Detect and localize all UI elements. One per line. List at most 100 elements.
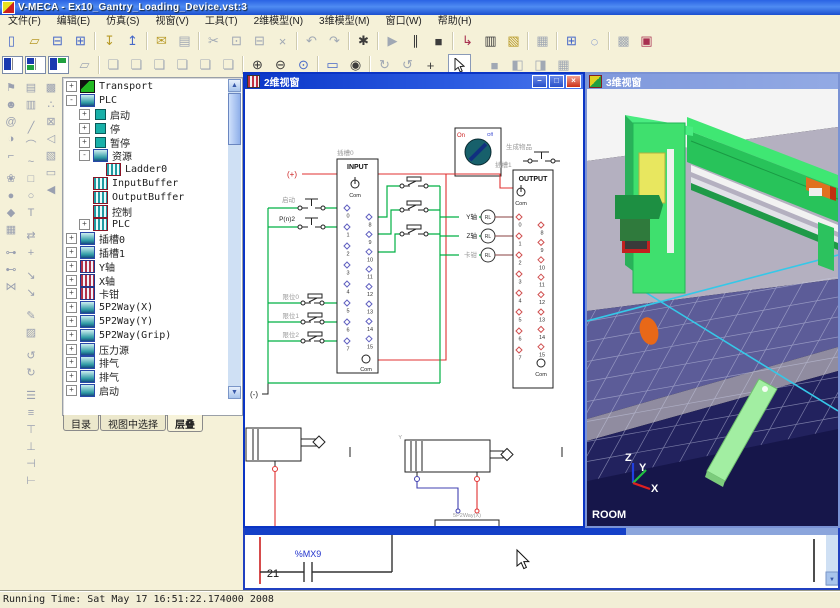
side-tool-colB-4[interactable]: ⌒ [22,136,40,153]
side-tool-colB-6[interactable]: □ [22,170,40,187]
side-tool-colA-4[interactable]: ⌐ [2,147,20,164]
scroll-down-icon[interactable]: ▼ [228,386,241,399]
open-layout-button[interactable]: ▱ [73,54,96,76]
side-tool-colB-5[interactable]: ~ [22,153,40,170]
tree-item-X轴[interactable]: +X轴 [64,273,228,287]
side-tool-colB-17[interactable]: ▨ [22,324,40,341]
side-tool-colB-3[interactable]: ╱ [22,119,40,136]
tree-scrollbar[interactable]: ▲ ▼ [228,79,241,399]
redo-button[interactable]: ↷ [323,30,346,52]
layout-preset-1-button[interactable] [2,56,23,74]
print-button[interactable]: ▤ [173,30,196,52]
tree-item-控制[interactable]: +控制 [64,204,228,218]
menu-item-6[interactable]: 3维模型(M) [311,15,378,29]
menu-item-8[interactable]: 帮助(H) [430,15,480,29]
side-tool-colA-0[interactable]: ⚑ [2,79,20,96]
tree-item-插槽0[interactable]: +插槽0 [64,232,228,246]
side-tool-colB-1[interactable]: ▥ [22,96,40,113]
scroll-down-icon[interactable]: ▼ [829,577,835,583]
side-tool-colB-24[interactable]: ⊤ [22,421,40,438]
2d-canvas[interactable]: On Off 生成物品 (+) (-) 启动 P(n)2 [245,89,583,526]
3d-canvas[interactable]: Z Y X ROOM [587,89,838,526]
tree-tab-目录[interactable]: 目录 [63,415,99,431]
cylinder-left[interactable] [246,428,325,472]
tree-item-Transport[interactable]: +Transport [64,80,228,94]
tree-item-排气[interactable]: +排气 [64,356,228,370]
tree-item-插槽1[interactable]: +插槽1 [64,246,228,260]
input-block[interactable]: 插槽0 INPUT Com 0123456789101112131415 Com [337,148,378,373]
menu-item-2[interactable]: 仿真(S) [98,15,147,29]
generate-push-button[interactable] [523,152,560,163]
side-tool-colB-13[interactable]: ↘ [22,267,40,284]
tree-item-5P2Way(Y)[interactable]: +5P2Way(Y) [64,315,228,329]
view-iso-3-button[interactable]: ❏ [148,54,171,76]
side-tool-colB-26[interactable]: ⊣ [22,455,40,472]
maximize-button[interactable]: □ [549,75,564,88]
side-tool-colB-7[interactable]: ○ [22,187,40,204]
expander-icon[interactable]: - [79,150,90,161]
side-tool-colA-13[interactable]: ⋈ [2,278,20,295]
tree-item-启动[interactable]: +启动 [64,108,228,122]
3d-window-titlebar[interactable]: 3维视窗 [587,74,838,89]
tree-item-InputBuffer[interactable]: +InputBuffer [64,177,228,191]
cylinder-y[interactable]: Y [398,435,513,482]
side-tool-colA-3[interactable]: ◑ [2,130,20,147]
save-all-button[interactable]: ⊞ [69,30,92,52]
expander-icon[interactable]: + [66,302,77,313]
tree-item-Ladder0[interactable]: +Ladder0 [64,163,228,177]
side-tool-colC-3[interactable]: ◁ [42,130,60,147]
side-tool-colA-8[interactable]: ◆ [2,204,20,221]
side-tool-colA-1[interactable]: ☻ [2,96,20,113]
side-tool-colA-2[interactable]: @ [2,113,20,130]
expander-icon[interactable]: + [79,123,90,134]
menu-item-0[interactable]: 文件(F) [0,15,49,29]
expander-icon[interactable]: - [66,95,77,106]
wire-mode-button[interactable]: ↳ [456,30,479,52]
layout-preset-2-button[interactable] [25,56,46,74]
expander-icon[interactable]: + [66,371,77,382]
tree-item-暂停[interactable]: +暂停 [64,135,228,149]
menu-item-5[interactable]: 2维模型(N) [246,15,311,29]
view-iso-4-button[interactable]: ❏ [171,54,194,76]
tree-item-5P2Way(X)[interactable]: +5P2Way(X) [64,301,228,315]
side-tool-colA-9[interactable]: ▦ [2,221,20,238]
side-tool-colB-23[interactable]: ≡ [22,404,40,421]
side-tool-colB-14[interactable]: ↘ [22,284,40,301]
tree-tab-层叠[interactable]: 层叠 [167,415,203,432]
grid-view-button[interactable]: ⊞ [560,30,583,52]
menu-item-7[interactable]: 窗口(W) [378,15,430,29]
valve-5p2way[interactable]: 5P2Way(X) [435,509,499,526]
tree-item-资源[interactable]: -资源 [64,149,228,163]
expander-icon[interactable]: + [66,385,77,396]
view-iso-2-button[interactable]: ❏ [125,54,148,76]
light-toggle-button[interactable]: ◌ [583,30,606,52]
side-tool-colB-8[interactable]: T [22,204,40,221]
tree-item-PLC[interactable]: -PLC [64,94,228,108]
expander-icon[interactable]: + [66,81,77,92]
tree-item-启动[interactable]: +启动 [64,384,228,398]
tree-item-排气[interactable]: +排气 [64,370,228,384]
simulate-pause-button[interactable]: ∥ [404,30,427,52]
ladder-panel[interactable]: 21 %MX9 ▼ [243,528,840,590]
simulate-play-button[interactable]: ▶ [381,30,404,52]
title-bar[interactable]: V-MECA - Ex10_Gantry_Loading_Device.vst:… [0,0,840,15]
side-tool-colA-7[interactable]: ● [2,187,20,204]
tree-item-停[interactable]: +停 [64,121,228,135]
report-button[interactable]: ▥ [479,30,502,52]
start-push-button[interactable] [298,199,325,210]
view-iso-6-button[interactable]: ❏ [217,54,240,76]
tree-item-PLC[interactable]: +PLC [64,218,228,232]
copy-button[interactable]: ⊡ [225,30,248,52]
expander-icon[interactable]: + [66,288,77,299]
report-warning-button[interactable]: ▧ [502,30,525,52]
minimize-button[interactable]: – [532,75,547,88]
send-mail-button[interactable]: ✉ [150,30,173,52]
menu-item-1[interactable]: 编辑(E) [49,15,98,29]
expander-icon[interactable]: + [66,261,77,272]
paste-button[interactable]: ⊟ [248,30,271,52]
tree-item-OutputBuffer[interactable]: +OutputBuffer [64,190,228,204]
expander-icon[interactable]: + [66,247,77,258]
side-tool-colB-0[interactable]: ▤ [22,79,40,96]
limit-switch-group-left[interactable] [301,294,324,343]
undo-button[interactable]: ↶ [300,30,323,52]
